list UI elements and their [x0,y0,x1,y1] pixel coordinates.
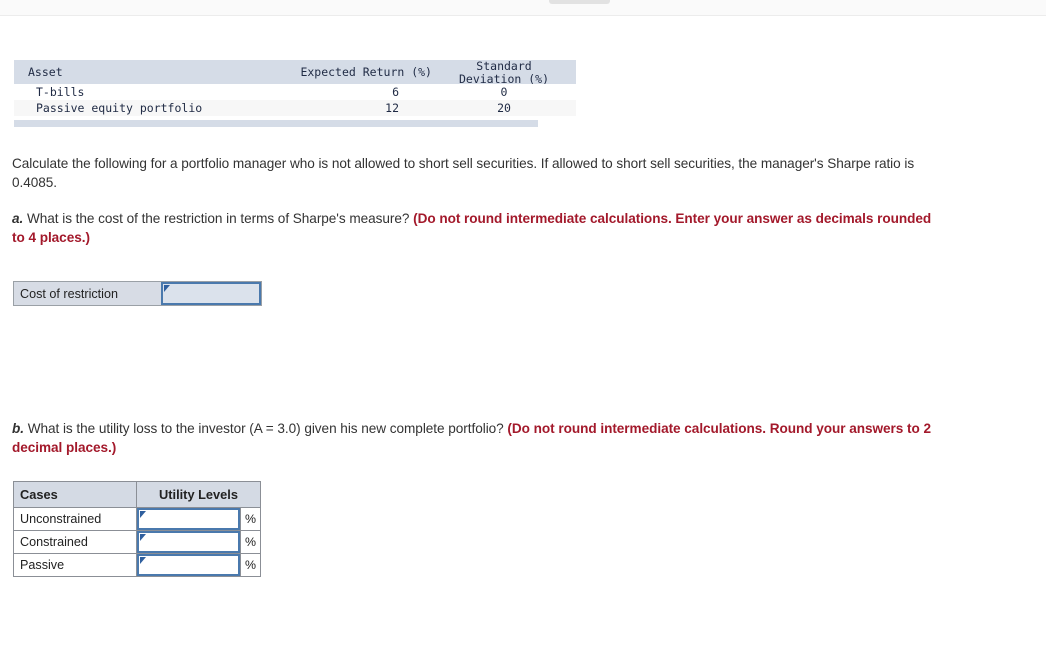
question-a-paragraph: a. What is the cost of the restriction i… [12,209,937,247]
utility-value-cell: % [136,507,261,531]
utility-value-cell: % [136,530,261,554]
utility-input-group: % [137,531,260,553]
question-a-text: What is the cost of the restriction in t… [23,211,414,226]
table-row: T-bills 6 0 [14,84,576,100]
collapsed-toolbar-pill [549,0,610,4]
utility-input-group: % [137,554,260,576]
intro-paragraph: Calculate the following for a portfolio … [12,154,937,192]
utility-case-label: Unconstrained [13,507,137,531]
std-dev-header-line2: Deviation (%) [458,72,549,85]
table-row: Constrained % [13,530,261,554]
question-b-label: b. [12,421,24,436]
utility-case-label: Constrained [13,530,137,554]
utility-field-constrained[interactable] [139,533,238,551]
std-dev-header-clip: Standard Deviation (%) [444,60,564,84]
utility-header-utility-levels: Utility Levels [136,481,261,508]
asset-name-cell: T-bills [14,84,272,100]
question-a-label: a. [12,211,24,226]
cost-of-restriction-row: Cost of restriction [13,281,262,306]
percent-unit-passive: % [240,554,260,576]
utility-case-label: Passive [13,553,137,577]
std-dev-cell: 0 [444,84,576,100]
intro-text: Calculate the following for a portfolio … [12,156,915,190]
question-page: Asset Expected Return (%) Standard Devia… [0,16,1046,648]
expected-return-cell: 12 [272,100,444,116]
asset-name-cell: Passive equity portfolio [14,100,272,116]
cost-of-restriction-input[interactable] [161,282,261,305]
utility-field-unconstrained[interactable] [139,510,238,528]
utility-table-header-row: Cases Utility Levels [13,481,261,508]
utility-header-cases: Cases [13,481,137,508]
expected-return-header-text: Expected Return (%) [300,65,432,79]
table-row: Passive % [13,553,261,577]
utility-levels-table: Cases Utility Levels Unconstrained % Con… [13,481,261,577]
asset-header-text: Asset [28,65,63,79]
utility-input-group: % [137,508,260,530]
question-b-paragraph: b. What is the utility loss to the inves… [12,419,937,457]
question-b-text: What is the utility loss to the investor… [23,421,508,436]
utility-input-unconstrained[interactable] [137,508,240,530]
asset-table-header-expected-return: Expected Return (%) [272,60,444,84]
cost-of-restriction-label: Cost of restriction [14,282,161,305]
expected-return-cell: 6 [272,84,444,100]
asset-table-header-row: Asset Expected Return (%) Standard Devia… [14,60,576,84]
percent-unit-constrained: % [240,531,260,553]
browser-top-strip [0,0,1046,16]
asset-data-table: Asset Expected Return (%) Standard Devia… [14,60,576,116]
utility-input-constrained[interactable] [137,531,240,553]
asset-table-footer-bar [14,120,538,127]
cost-of-restriction-field[interactable] [163,284,259,303]
utility-value-cell: % [136,553,261,577]
asset-table-header-std-dev: Standard Deviation (%) [444,60,576,84]
percent-unit-unconstrained: % [240,508,260,530]
table-row: Passive equity portfolio 12 20 [14,100,576,116]
asset-table-header-asset: Asset [14,60,272,84]
utility-field-passive[interactable] [139,556,238,574]
utility-input-passive[interactable] [137,554,240,576]
table-row: Unconstrained % [13,507,261,531]
std-dev-cell: 20 [444,100,576,116]
